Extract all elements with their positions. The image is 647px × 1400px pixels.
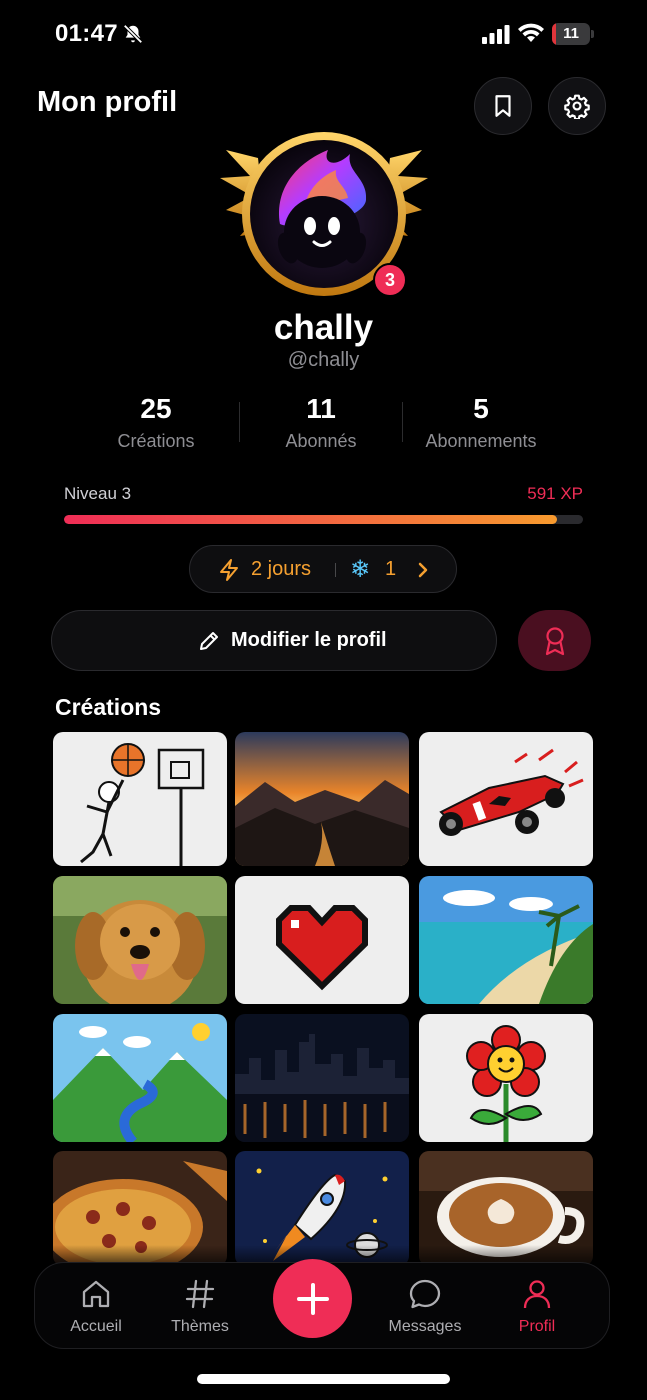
mountain-river-drawing <box>53 1014 227 1142</box>
tab-messages[interactable]: Messages <box>370 1263 480 1350</box>
creation-tile-basketball[interactable] <box>53 732 227 866</box>
tab-label: Thèmes <box>171 1318 229 1335</box>
golden-retriever-photo <box>53 876 227 1004</box>
stat-value: 25 <box>140 393 172 424</box>
edit-profile-label: Modifier le profil <box>231 629 387 651</box>
tropical-beach-photo <box>419 876 593 1004</box>
streak-freeze-count: 1 <box>385 558 397 580</box>
settings-button[interactable] <box>548 77 606 135</box>
stat-followers[interactable]: 11 Abonnés <box>246 393 396 452</box>
city-skyline-night-photo <box>235 1014 409 1142</box>
lightning-icon <box>220 559 238 581</box>
xp-progress-bar <box>64 515 583 524</box>
stat-divider <box>402 402 403 442</box>
tab-label: Messages <box>388 1318 462 1335</box>
creation-tile-racecar[interactable] <box>419 732 593 866</box>
edit-profile-button[interactable]: Modifier le profil <box>51 610 497 671</box>
creations-title: Créations <box>55 694 162 720</box>
xp-label: 591 XP <box>527 484 583 503</box>
status-time: 01:47 <box>55 20 118 47</box>
page-title: Mon profil <box>37 86 178 118</box>
tab-themes[interactable]: Thèmes <box>145 1263 255 1350</box>
stat-following[interactable]: 5 Abonnements <box>406 393 556 452</box>
battery-level: 11 <box>563 25 579 42</box>
creation-tile-heart[interactable] <box>235 876 409 1004</box>
home-icon <box>82 1280 110 1308</box>
streak-separator <box>335 563 336 577</box>
pencil-icon <box>200 632 218 650</box>
smiling-flower-drawing <box>419 1014 593 1142</box>
stat-label: Abonnements <box>425 431 537 451</box>
pixel-heart-drawing <box>235 876 409 1004</box>
tab-profile[interactable]: Profil <box>482 1263 592 1350</box>
award-icon <box>545 626 564 655</box>
level-label: Niveau 3 <box>64 484 132 503</box>
bookmarks-button[interactable] <box>474 77 532 135</box>
red-race-car-drawing <box>419 732 593 866</box>
xp-progress-fill <box>64 515 558 524</box>
bookmark-icon <box>495 95 511 117</box>
streak-pill[interactable]: 2 jours ❄ 1 <box>189 545 457 593</box>
notification-badge: 3 <box>373 263 407 297</box>
creation-tile-sunset[interactable] <box>235 732 409 866</box>
snowflake-icon: ❄ <box>350 556 371 583</box>
creation-tile-flower[interactable] <box>419 1014 593 1142</box>
stat-label: Abonnés <box>285 431 357 451</box>
plus-icon <box>296 1282 329 1315</box>
stat-value: 5 <box>473 393 489 424</box>
creation-tile-city[interactable] <box>235 1014 409 1142</box>
achievements-button[interactable] <box>518 610 591 671</box>
battery-indicator: 11 <box>552 23 594 45</box>
gear-icon <box>564 94 590 119</box>
profile-name: chally <box>273 308 374 347</box>
stat-divider <box>239 402 240 442</box>
status-bar: 01:47 11 <box>0 0 647 70</box>
bell-off-icon <box>123 24 143 44</box>
chevron-right-icon <box>418 562 428 578</box>
creation-tile-beach[interactable] <box>419 876 593 1004</box>
chat-bubble-icon <box>409 1279 441 1309</box>
stat-creations[interactable]: 25 Créations <box>81 393 231 452</box>
stat-value: 11 <box>306 393 336 424</box>
creation-tile-mountains[interactable] <box>53 1014 227 1142</box>
profile-handle: @chally <box>287 349 360 371</box>
tab-label: Accueil <box>70 1318 122 1335</box>
mountain-sunset-photo <box>235 732 409 866</box>
cellular-signal-icon <box>482 25 510 44</box>
basketball-stick-figure-drawing <box>53 732 227 866</box>
home-indicator[interactable] <box>197 1374 450 1384</box>
hashtag-icon <box>185 1279 215 1309</box>
creation-tile-dog[interactable] <box>53 876 227 1004</box>
streak-days: 2 jours <box>251 558 312 580</box>
user-icon <box>523 1280 551 1309</box>
tab-home[interactable]: Accueil <box>41 1263 151 1350</box>
create-button[interactable] <box>273 1259 352 1338</box>
wifi-icon <box>518 23 544 42</box>
tab-label: Profil <box>518 1318 556 1335</box>
stat-label: Créations <box>117 431 195 451</box>
